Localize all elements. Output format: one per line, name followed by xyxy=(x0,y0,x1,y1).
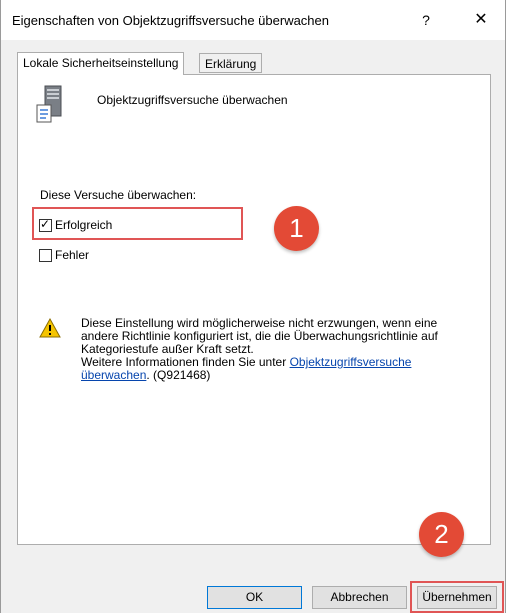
close-button[interactable]: ✕ xyxy=(466,6,496,34)
step-badge-2: 2 xyxy=(419,512,464,557)
step-badge-1: 1 xyxy=(274,206,319,251)
warning-line-5: überwachen. (Q921468) xyxy=(81,369,481,382)
failure-checkbox[interactable] xyxy=(39,248,52,262)
tab-local-security-setting[interactable]: Lokale Sicherheitseinstellung xyxy=(17,52,185,75)
policy-help-link[interactable]: Objektzugriffsversuche xyxy=(290,355,412,369)
failure-checkbox-row[interactable]: Fehler xyxy=(39,247,89,263)
server-policy-icon xyxy=(36,85,62,123)
policy-help-link-cont[interactable]: überwachen xyxy=(81,368,146,382)
policy-name: Objektzugriffsversuche überwachen xyxy=(97,93,288,107)
kb-reference: . (Q921468) xyxy=(146,368,211,382)
properties-dialog: Eigenschaften von Objektzugriffsversuche… xyxy=(0,0,506,613)
audit-group-label: Diese Versuche überwachen: xyxy=(40,188,197,202)
cancel-button[interactable]: Abbrechen xyxy=(312,586,407,609)
failure-checkbox-label[interactable]: Fehler xyxy=(55,248,89,262)
dialog-title: Eigenschaften von Objektzugriffsversuche… xyxy=(12,13,330,28)
title-bar: Eigenschaften von Objektzugriffsversuche… xyxy=(1,0,505,40)
tab-explanation[interactable]: Erklärung xyxy=(199,53,263,73)
warning-text: Diese Einstellung wird möglicherweise ni… xyxy=(81,317,481,382)
more-info-prefix: Weitere Informationen finden Sie unter xyxy=(81,355,290,369)
highlight-box-2 xyxy=(410,581,504,613)
ok-button[interactable]: OK xyxy=(207,586,302,609)
warning-icon xyxy=(39,318,61,338)
highlight-box-1 xyxy=(32,207,243,240)
tab-panel xyxy=(17,74,491,545)
help-button[interactable]: ? xyxy=(411,6,441,34)
